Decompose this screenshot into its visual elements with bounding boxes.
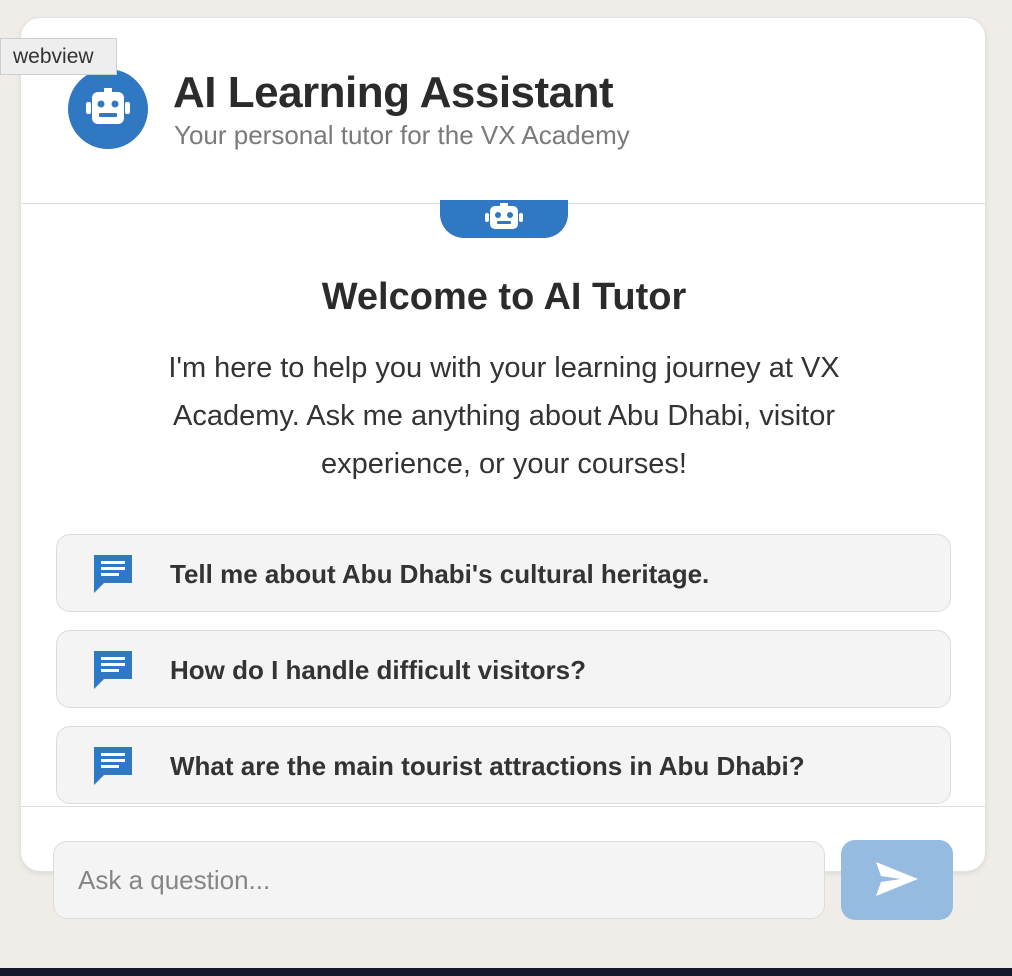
- window-bottom-bar: [0, 968, 1012, 976]
- suggestion-label: How do I handle difficult visitors?: [170, 655, 587, 685]
- suggestion-button[interactable]: Tell me about Abu Dhabi's cultural herit…: [56, 534, 951, 612]
- robot-icon: [484, 202, 524, 236]
- suggestion-button[interactable]: What are the main tourist attractions in…: [56, 726, 951, 804]
- welcome-message: I'm here to help you with your learning …: [168, 352, 840, 480]
- welcome-title: Welcome to AI Tutor: [321, 276, 687, 318]
- assistant-avatar: [68, 69, 148, 149]
- suggestion-button[interactable]: How do I handle difficult visitors?: [56, 630, 951, 708]
- question-input[interactable]: [53, 841, 825, 919]
- send-icon: [875, 861, 919, 900]
- robot-icon: [86, 87, 130, 131]
- chat-bubble-icon: [92, 649, 134, 689]
- panel-header: AI Learning Assistant Your personal tuto…: [21, 18, 985, 204]
- chat-bubble-icon: [92, 745, 134, 785]
- assistant-panel: AI Learning Assistant Your personal tuto…: [20, 17, 986, 872]
- send-button[interactable]: [841, 840, 953, 920]
- app-subtitle: Your personal tutor for the VX Academy: [174, 120, 630, 150]
- welcome-badge: [440, 200, 568, 238]
- suggestion-label: Tell me about Abu Dhabi's cultural herit…: [170, 559, 710, 589]
- suggestion-label: What are the main tourist attractions in…: [170, 751, 805, 781]
- webview-tag: webview: [0, 38, 117, 75]
- composer-divider: [21, 806, 985, 807]
- chat-bubble-icon: [92, 553, 134, 593]
- app-title: AI Learning Assistant: [173, 68, 614, 117]
